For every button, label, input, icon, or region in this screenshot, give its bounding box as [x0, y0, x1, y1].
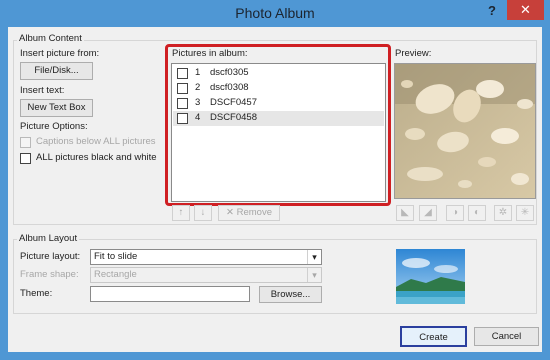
remove-x-icon: ✕: [226, 207, 237, 218]
picture-layout-select[interactable]: Fit to slide ▾: [90, 249, 322, 265]
contrast-up-icon[interactable]: ◑: [446, 205, 464, 221]
frame-shape-select[interactable]: Rectangle ▾: [90, 267, 322, 283]
black-white-checkbox[interactable]: [20, 153, 31, 164]
remove-label: Remove: [236, 207, 272, 218]
title-bar: Photo Album ? ✕: [0, 0, 550, 27]
close-icon[interactable]: ✕: [507, 0, 544, 20]
frame-shape-label: Frame shape:: [20, 269, 79, 280]
preview-image: [394, 63, 536, 199]
brightness-down-icon[interactable]: ✳: [516, 205, 534, 221]
arrow-up-icon[interactable]: ↑: [172, 205, 190, 221]
photo-album-dialog: Photo Album ? ✕ Album Content Insert pic…: [0, 0, 550, 360]
rotate-right-icon[interactable]: ◢: [419, 205, 437, 221]
captions-label: Captions below ALL pictures: [36, 136, 156, 147]
captions-checkbox[interactable]: [20, 137, 31, 148]
picture-layout-label: Picture layout:: [20, 251, 81, 262]
file-disk-button[interactable]: File/Disk...: [20, 62, 93, 80]
browse-button[interactable]: Browse...: [259, 286, 322, 303]
layout-preview-thumbnail: [396, 249, 465, 304]
preview-label: Preview:: [395, 48, 432, 59]
picture-options-label: Picture Options:: [20, 121, 88, 132]
rotate-left-icon[interactable]: ◣: [396, 205, 414, 221]
album-content-label: Album Content: [17, 33, 84, 44]
black-white-label: ALL pictures black and white: [36, 152, 157, 163]
brightness-up-icon[interactable]: ✲: [494, 205, 512, 221]
arrow-down-icon[interactable]: ↓: [194, 205, 212, 221]
insert-text-label: Insert text:: [20, 85, 65, 96]
create-button[interactable]: Create: [400, 326, 467, 347]
chevron-down-icon[interactable]: ▾: [307, 268, 321, 282]
chevron-down-icon[interactable]: ▾: [307, 250, 321, 264]
window-title: Photo Album: [235, 5, 315, 21]
picture-layout-value: Fit to slide: [94, 251, 138, 262]
help-icon[interactable]: ?: [482, 3, 502, 21]
frame-shape-value: Rectangle: [94, 269, 137, 280]
pictures-highlight-frame: [165, 44, 391, 206]
theme-field[interactable]: [90, 286, 250, 302]
cancel-button[interactable]: Cancel: [474, 327, 539, 346]
insert-picture-label: Insert picture from:: [20, 48, 100, 59]
new-textbox-button[interactable]: New Text Box: [20, 99, 93, 117]
remove-button[interactable]: ✕ Remove: [218, 205, 280, 221]
contrast-down-icon[interactable]: ◐: [468, 205, 486, 221]
dialog-body: Album Content Insert picture from: File/…: [8, 27, 542, 352]
theme-label: Theme:: [20, 288, 53, 299]
album-layout-label: Album Layout: [17, 233, 80, 244]
